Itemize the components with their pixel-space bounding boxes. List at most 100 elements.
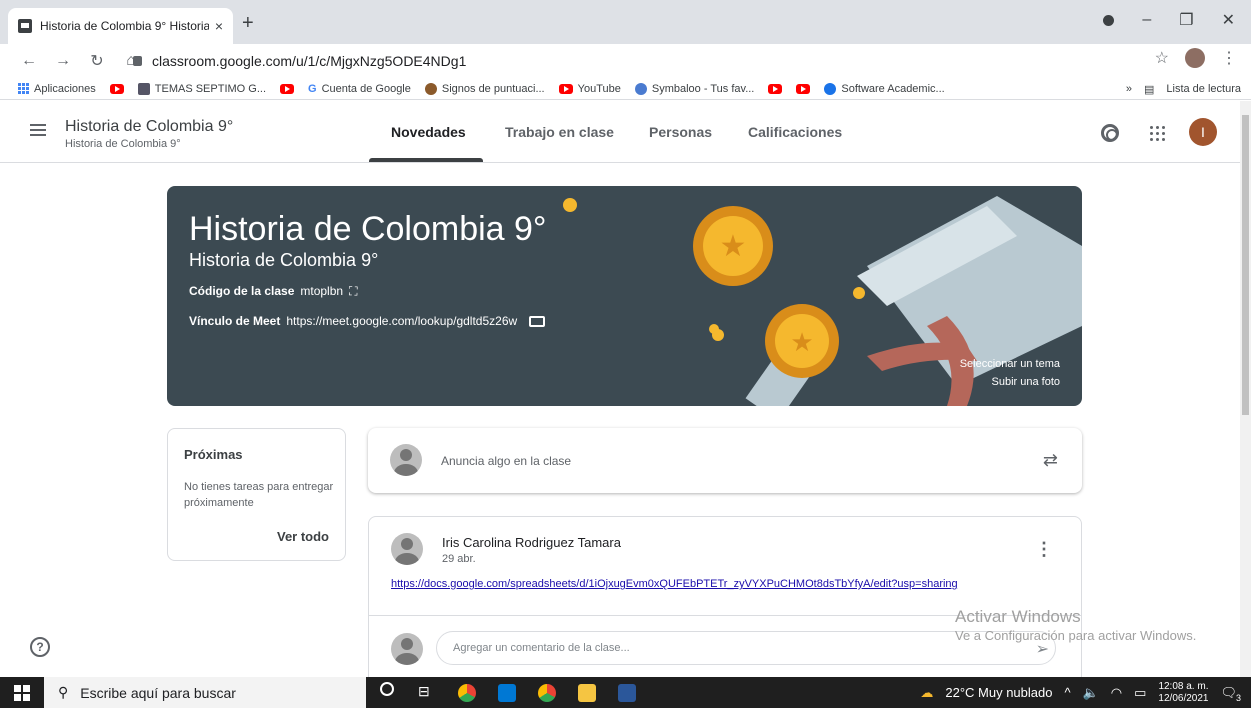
youtube-icon[interactable] (280, 83, 295, 94)
post-options-icon[interactable]: ⋮ (1035, 539, 1053, 560)
view-all-button[interactable]: Ver todo (277, 529, 329, 544)
svg-text:★: ★ (720, 229, 747, 264)
meet-link-value[interactable]: https://meet.google.com/lookup/gdltd5z26… (286, 314, 517, 328)
select-theme-link[interactable]: Seleccionar un tema (960, 358, 1060, 370)
browser-menu-icon[interactable]: ⋮ (1221, 48, 1237, 68)
announce-placeholder[interactable]: Anuncia algo en la clase (441, 454, 571, 468)
hamburger-menu-icon[interactable] (30, 124, 46, 136)
minimize-button[interactable]: – (1142, 11, 1151, 29)
chrome-icon[interactable] (458, 684, 476, 702)
bookmark-label: Aplicaciones (34, 82, 96, 95)
youtube-icon[interactable] (768, 83, 783, 94)
close-window-button[interactable]: ✕ (1222, 10, 1235, 30)
reading-list-icon[interactable]: ▤ (1144, 83, 1154, 96)
toolbar-right: ☆ ⋮ (1155, 48, 1237, 68)
google-apps-icon[interactable] (1150, 126, 1165, 141)
upcoming-empty-text: No tienes tareas para entregar próximame… (184, 481, 334, 509)
word-icon[interactable] (618, 684, 636, 702)
upcoming-title: Próximas (184, 447, 243, 462)
volume-icon[interactable]: 🔈 (1083, 685, 1099, 701)
repost-icon[interactable]: ⇄ (1043, 450, 1058, 471)
profile-avatar[interactable] (1185, 48, 1205, 68)
tray-chevron-icon[interactable]: ^ (1064, 685, 1070, 700)
taskbar-search-placeholder: Escribe aquí para buscar (80, 684, 236, 701)
tab-personas[interactable]: Personas (649, 101, 712, 163)
notifications-icon[interactable]: 🗨 3 (1220, 685, 1241, 703)
weather-text[interactable]: 22°C Muy nublado (945, 685, 1052, 700)
weather-icon: ☁ (920, 684, 934, 700)
tab-novedades[interactable]: Novedades (391, 101, 466, 163)
network-icon[interactable]: ◠ (1111, 685, 1122, 701)
windows-activation-title: Activar Windows (955, 607, 1081, 626)
tab-trabajo-en-clase[interactable]: Trabajo en clase (505, 101, 614, 163)
more-bookmarks-button[interactable]: » (1126, 83, 1132, 95)
new-tab-button[interactable]: + (242, 12, 254, 35)
bookmarks-right: » ▤ Lista de lectura (1126, 78, 1241, 100)
file-explorer-icon[interactable] (578, 684, 596, 702)
task-view-icon[interactable]: ⊟ (418, 683, 430, 700)
window-controls: – ❐ ✕ (1103, 0, 1251, 40)
bookmark-apps[interactable]: Aplicaciones (18, 83, 96, 95)
back-icon[interactable]: ← (18, 52, 40, 70)
fullscreen-icon[interactable]: ⛶ (349, 284, 357, 299)
battery-icon[interactable]: ▭ (1134, 685, 1146, 701)
tab-close-icon[interactable]: × (215, 18, 223, 34)
bookmarks-bar: Aplicaciones TEMAS SEPTIMO G... G Cuenta… (0, 78, 1251, 100)
google-g-icon: G (308, 82, 317, 95)
bookmark-google-account[interactable]: G Cuenta de Google (308, 83, 411, 95)
banner-title[interactable]: Historia de Colombia 9° (189, 210, 547, 249)
bookmark-temas[interactable]: TEMAS SEPTIMO G... (137, 82, 266, 95)
gold-medal-icon: ★ (693, 206, 773, 286)
windows-start-icon[interactable] (14, 685, 30, 701)
bookmark-label: Symbaloo - Tus fav... (651, 82, 755, 95)
restore-button[interactable]: ❐ (1179, 10, 1193, 30)
youtube-icon (558, 83, 573, 94)
announce-box[interactable]: Anuncia algo en la clase ⇄ (368, 428, 1082, 493)
comment-placeholder: Agregar un comentario de la clase... (453, 642, 630, 654)
bookmark-label: YouTube (577, 82, 621, 95)
scrollbar-thumb[interactable] (1242, 115, 1249, 415)
mail-icon[interactable] (498, 684, 516, 702)
bookmark-youtube[interactable]: YouTube (558, 82, 621, 95)
search-icon: ⚲ (58, 684, 69, 700)
bookmark-label: Software Academic... (841, 82, 945, 95)
address-bar[interactable]: classroom.google.com/u/1/c/MjgxNzg5ODE4N… (133, 48, 466, 74)
class-subtitle: Historia de Colombia 9° (65, 138, 181, 150)
taskbar-search[interactable]: ⚲ Escribe aquí para buscar (44, 677, 366, 708)
class-code-label: Código de la clase (189, 284, 295, 298)
account-avatar[interactable]: I (1189, 118, 1217, 146)
help-icon[interactable]: ? (30, 637, 50, 657)
bookmark-label: Signos de puntuaci... (441, 82, 545, 95)
bookmark-software[interactable]: Software Academic... (824, 82, 945, 95)
address-text: classroom.google.com/u/1/c/MjgxNzg5ODE4N… (152, 53, 467, 69)
class-banner: ★ ★ Historia de Colombia 9° Historia de … (167, 186, 1082, 406)
apps-grid-icon (18, 83, 29, 94)
diploma-scroll-icon (857, 196, 1082, 406)
bookmark-symbaloo[interactable]: Symbaloo - Tus fav... (634, 82, 755, 95)
cortana-icon[interactable] (380, 682, 394, 696)
chrome-profile-icon[interactable] (538, 684, 556, 702)
youtube-icon[interactable] (109, 83, 124, 94)
upcoming-card: Próximas No tienes tareas para entregar … (167, 428, 346, 561)
post-link[interactable]: https://docs.google.com/spreadsheets/d/1… (391, 578, 958, 590)
notifications-count: 3 (1235, 692, 1241, 703)
page-scrollbar[interactable] (1240, 101, 1251, 677)
clock[interactable]: 12:08 a. m. 12/06/2021 (1158, 681, 1208, 705)
meet-link-label: Vínculo de Meet (189, 314, 281, 328)
upload-photo-link[interactable]: Subir una foto (992, 376, 1061, 388)
commenter-avatar (391, 633, 423, 665)
bookmark-star-icon[interactable]: ☆ (1155, 48, 1169, 68)
youtube-icon[interactable] (796, 83, 811, 94)
forward-icon[interactable]: → (52, 52, 74, 70)
browser-tab[interactable]: Historia de Colombia 9° Historia × (8, 8, 233, 44)
class-title[interactable]: Historia de Colombia 9° (65, 118, 233, 136)
reading-list-button[interactable]: Lista de lectura (1166, 83, 1241, 95)
reload-icon[interactable]: ↻ (86, 51, 108, 71)
bookmark-signos[interactable]: Signos de puntuaci... (424, 82, 545, 95)
tab-calificaciones[interactable]: Calificaciones (748, 101, 842, 163)
decor-dot (853, 287, 865, 299)
system-tray: ☁ 22°C Muy nublado ^ 🔈 ◠ ▭ 12:08 a. m. 1… (920, 677, 1241, 708)
windows-activation-text: Ve a Configuración para activar Windows. (955, 628, 1197, 643)
video-camera-icon[interactable] (529, 315, 546, 327)
settings-gear-icon[interactable] (1101, 124, 1119, 142)
